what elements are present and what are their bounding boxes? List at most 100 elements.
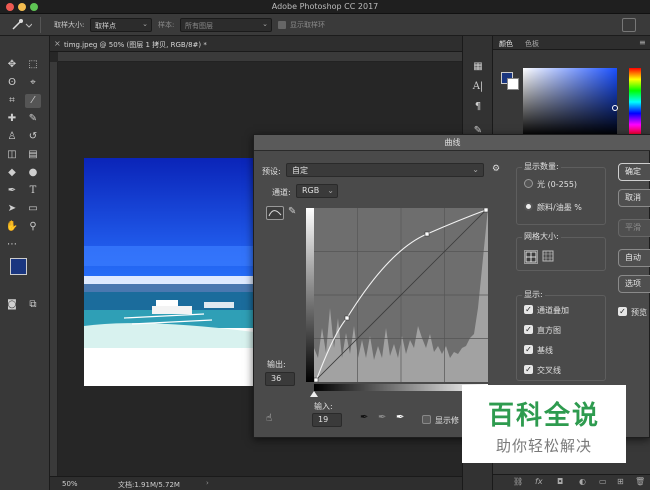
character-panel-icon[interactable]: A| [470,80,486,94]
more-tools-icon[interactable]: ⋯ [4,238,20,252]
layer-style-icon[interactable]: fx [535,477,543,486]
sample-select[interactable]: 所有图层 ⌄ [180,18,272,32]
auto-button[interactable]: 自动 [618,249,650,267]
intersection-line-checkbox[interactable]: ✓ [524,365,533,374]
detailed-grid-button[interactable] [542,250,556,264]
ok-button[interactable]: 确定 [618,163,650,181]
show-clipping-label: 显示修 [435,416,459,425]
baseline-label: 基线 [537,346,553,355]
dialog-title: 曲线 [254,135,650,151]
chevron-down-icon: ⌄ [472,165,479,174]
input-value: 19 [318,415,329,424]
eyedropper-tool-icon[interactable]: ⁄ [25,94,41,108]
target-adjust-icon[interactable]: ☝ [266,413,272,424]
new-group-icon[interactable]: ▭ [599,477,607,486]
panel-menu-icon[interactable]: ≡ [639,38,646,47]
eyedropper-tool-preset[interactable] [8,17,33,33]
options-bar: 取样大小: 取样点 ⌄ 样本: 所有图层 ⌄ 显示取样环 [0,14,650,36]
path-select-icon[interactable]: ➤ [4,202,20,216]
sample-label: 样本: [158,21,175,29]
gradient-tool-icon[interactable]: ▤ [25,148,41,162]
channel-overlay-label: 通道叠加 [537,306,569,315]
color-picker-cursor[interactable] [612,105,618,111]
simple-grid-button[interactable] [524,250,538,264]
chevron-down-icon: ⌄ [327,186,334,195]
sample-value: 所有图层 [185,22,213,30]
layers-footer: ⛓ fx ◘ ◐ ▭ ⊞ 🗑 [493,474,650,490]
input-field[interactable]: 19 [312,413,342,427]
preview-checkbox[interactable]: ✓ [618,307,627,316]
light-radio[interactable] [524,179,533,188]
options-divider [40,17,41,33]
cancel-button[interactable]: 取消 [618,189,650,207]
channel-value: RGB [302,186,320,195]
lasso-tool-icon[interactable]: ʘ [4,76,20,90]
blur-tool-icon[interactable]: ◆ [4,166,20,180]
color-picker-field[interactable] [523,68,617,136]
histogram-checkbox[interactable]: ✓ [524,325,533,334]
stamp-tool-icon[interactable]: ♙ [4,130,20,144]
type-tool-icon[interactable]: T [25,184,41,198]
gray-eyedropper-icon[interactable]: ✒ [378,412,386,423]
pencil-draw-icon[interactable]: ✎ [288,206,296,217]
preset-label: 预设: [262,167,281,176]
black-eyedropper-icon[interactable]: ✒ [360,412,368,423]
pen-tool-icon[interactable]: ✒ [4,184,20,198]
workspace-icon[interactable] [622,18,636,32]
zoom-tool-icon[interactable]: ⚲ [25,220,41,234]
paragraph-panel-icon[interactable]: ¶ [470,100,486,114]
horizontal-ruler [58,52,462,62]
preset-value: 自定 [292,166,308,175]
pigment-label: 颜料/油墨 % [537,203,582,212]
smooth-button[interactable]: 平滑 [618,219,650,237]
quick-select-tool-icon[interactable]: ⌖ [25,76,41,90]
marquee-tool-icon[interactable]: ⬚ [25,58,41,72]
tab-swatches[interactable]: 色板 [525,39,539,49]
crop-tool-icon[interactable]: ⌗ [4,94,20,108]
channel-select[interactable]: RGB ⌄ [296,184,338,198]
foreground-color-swatch[interactable] [10,258,27,275]
hand-tool-icon[interactable]: ✋ [4,220,20,234]
channel-overlay-checkbox[interactable]: ✓ [524,305,533,314]
delete-layer-icon[interactable]: 🗑 [635,477,645,486]
hue-slider[interactable] [629,68,641,136]
output-field[interactable]: 36 [265,372,295,386]
curve-icon [268,210,282,217]
preset-settings-gear-icon[interactable]: ⚙ [492,164,500,174]
preset-select[interactable]: 自定 ⌄ [286,163,484,177]
eyedropper-icon [12,19,33,30]
shape-tool-icon[interactable]: ▭ [25,202,41,216]
tab-color[interactable]: 颜色 [499,39,513,49]
pigment-radio[interactable] [524,202,533,211]
move-tool-icon[interactable]: ✥ [4,58,20,72]
new-layer-icon[interactable]: ⊞ [617,477,624,486]
dodge-tool-icon[interactable]: ● [25,166,41,180]
chevron-down-icon: ⌄ [262,20,268,28]
zoom-level[interactable]: 50% [62,480,78,488]
screen-mode-icon[interactable]: ⧉ [25,298,41,312]
quick-mask-icon[interactable]: ◙ [4,298,20,312]
adjustment-layer-icon[interactable]: ◐ [579,477,586,486]
document-info: 文档:1.91M/5.72M [118,481,180,489]
history-panel-icon[interactable]: ▦ [470,60,486,74]
document-tab[interactable]: × timg.jpeg @ 50% (图层 1 拷贝, RGB/8#) * [50,36,462,52]
brush-tool-icon[interactable]: ✎ [25,112,41,126]
watermark-title: 百科全说 [487,401,600,431]
curve-edit-points-button[interactable] [266,206,284,220]
baseline-checkbox[interactable]: ✓ [524,345,533,354]
history-brush-icon[interactable]: ↺ [25,130,41,144]
black-point-slider[interactable] [310,391,318,397]
sample-size-select[interactable]: 取样点 ⌄ [90,18,152,32]
options-button[interactable]: 选项 [618,275,650,293]
link-layers-icon[interactable]: ⛓ [513,477,523,486]
panel-background-swatch[interactable] [507,78,519,90]
white-eyedropper-icon[interactable]: ✒ [396,412,404,423]
show-ring-checkbox[interactable] [278,21,286,29]
eraser-tool-icon[interactable]: ◫ [4,148,20,162]
show-clipping-checkbox[interactable] [422,415,431,424]
curve-graph[interactable] [314,208,488,382]
close-tab-icon[interactable]: × [54,39,61,48]
layer-mask-icon[interactable]: ◘ [557,477,563,486]
healing-brush-icon[interactable]: ✚ [4,112,20,126]
status-menu-icon[interactable]: › [206,479,209,487]
